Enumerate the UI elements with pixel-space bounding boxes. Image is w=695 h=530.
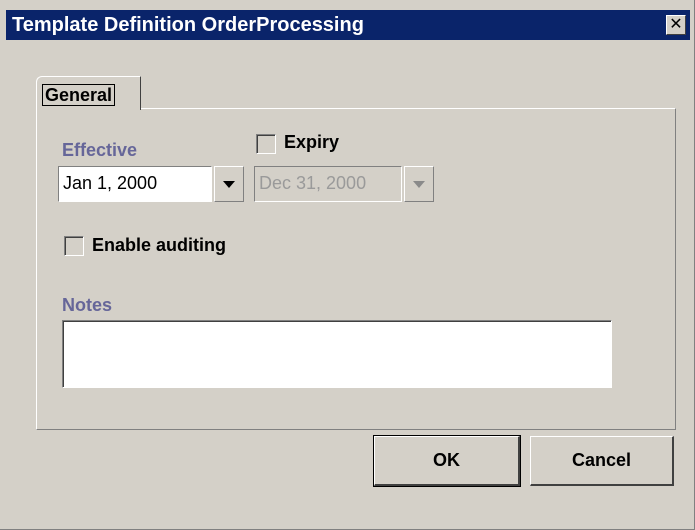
close-icon: ✕	[669, 16, 683, 33]
window-title: Template Definition OrderProcessing	[12, 14, 364, 36]
tab-general[interactable]: General	[36, 76, 141, 110]
cancel-button[interactable]: Cancel	[530, 436, 674, 486]
dialog-window: Template Definition OrderProcessing ✕ Ge…	[0, 0, 695, 530]
title-bar[interactable]: Template Definition OrderProcessing ✕	[6, 10, 690, 40]
tab-general-label: General	[42, 84, 116, 106]
general-tab-panel	[36, 108, 676, 430]
ok-button[interactable]: OK	[373, 435, 521, 487]
close-button[interactable]: ✕	[666, 15, 686, 35]
